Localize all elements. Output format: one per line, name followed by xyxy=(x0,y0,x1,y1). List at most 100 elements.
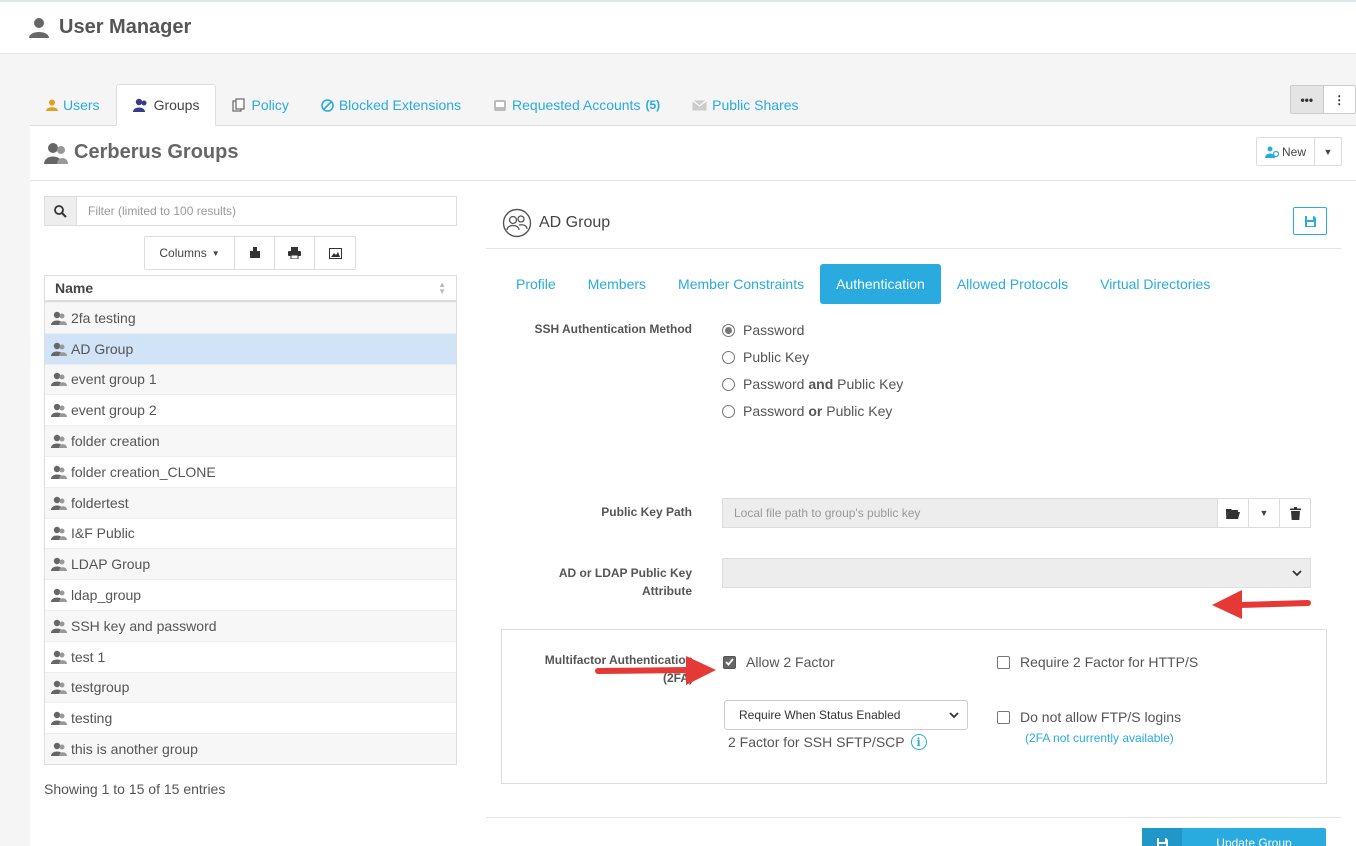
trash-icon xyxy=(1289,506,1301,520)
sort-icon: ▲ ▼ xyxy=(438,280,446,296)
tab-groups[interactable]: Groups xyxy=(115,84,217,126)
table-row[interactable]: folder creation_CLONE xyxy=(45,455,456,487)
tab-blocked-extensions[interactable]: Blocked Extensions xyxy=(305,84,477,126)
radio-button-checked[interactable] xyxy=(722,323,735,337)
table-row[interactable]: folder creation xyxy=(45,425,456,456)
checkbox-label: Require 2 Factor for HTTP/S xyxy=(1020,654,1199,670)
table-row[interactable]: this is another group xyxy=(45,733,456,764)
table-row[interactable]: foldertest xyxy=(45,486,456,518)
ldap-attribute-select[interactable] xyxy=(722,558,1311,588)
table-row[interactable]: ldap_group xyxy=(45,579,456,610)
radio-public-key[interactable]: Public Key xyxy=(722,349,809,365)
update-group-label: Update Group xyxy=(1216,836,1292,846)
add-group-icon xyxy=(1264,146,1279,158)
columns-button[interactable]: Columns ▼ xyxy=(145,237,235,269)
ssh-2fa-select[interactable]: Require When Status Enabled xyxy=(724,700,968,730)
radio-password-and-key[interactable]: Password and Public Key xyxy=(722,376,903,392)
table-row[interactable]: test 1 xyxy=(45,640,456,672)
update-group-button[interactable]: Update Group xyxy=(1142,828,1326,846)
tab-requested-accounts[interactable]: Requested Accounts (5) xyxy=(477,84,676,126)
subtab-authentication[interactable]: Authentication xyxy=(820,264,941,304)
detail-header: AD Group xyxy=(486,196,1341,249)
table-row[interactable]: testgroup xyxy=(45,671,456,703)
public-key-path-field[interactable]: Local file path to group's public key ▼ xyxy=(722,498,1311,528)
search-icon xyxy=(45,197,77,225)
new-dropdown-button[interactable]: ▼ xyxy=(1315,138,1341,165)
radio-label: Public Key xyxy=(743,349,810,365)
tab-label: Requested Accounts xyxy=(512,97,641,113)
require-https-checkbox[interactable] xyxy=(997,655,1010,669)
group-icon xyxy=(51,650,67,664)
tab-policy[interactable]: Policy xyxy=(216,84,304,126)
group-circle-icon xyxy=(502,208,532,238)
annotation-arrow-left xyxy=(1212,590,1311,619)
table-row[interactable]: event group 2 xyxy=(45,394,456,425)
filter-input[interactable] xyxy=(77,197,456,225)
no-ftp-checkbox[interactable] xyxy=(997,710,1010,724)
browse-button[interactable] xyxy=(1217,499,1248,527)
image-export-button[interactable] xyxy=(315,237,355,269)
delete-key-button[interactable] xyxy=(1279,499,1310,527)
no-ftp-option[interactable]: Do not allow FTP/S logins xyxy=(997,709,1181,725)
group-icon xyxy=(51,311,67,325)
tab-users[interactable]: Users xyxy=(30,84,116,126)
tab-public-shares[interactable]: Public Shares xyxy=(676,84,814,126)
table-row[interactable]: AD Group xyxy=(45,332,456,364)
column-header-label: Name xyxy=(55,280,94,296)
annotation-arrow-right xyxy=(595,656,716,685)
radio-password[interactable]: Password xyxy=(722,322,804,338)
browse-dropdown-button[interactable]: ▼ xyxy=(1248,499,1279,527)
kebab-menu-button[interactable]: ⋮ xyxy=(1324,86,1356,113)
allow-2fa-checkbox[interactable] xyxy=(723,655,736,669)
allow-2fa-option[interactable]: Allow 2 Factor xyxy=(723,654,835,670)
columns-label: Columns xyxy=(159,246,207,260)
radio-label: Password xyxy=(743,322,805,338)
radio-button[interactable] xyxy=(722,350,735,364)
caret-down-icon: ▼ xyxy=(1259,508,1269,518)
subtab-member-constraints[interactable]: Member Constraints xyxy=(662,264,820,304)
subtab-allowed-protocols[interactable]: Allowed Protocols xyxy=(941,264,1084,304)
export-icon xyxy=(249,247,260,258)
ssh-2fa-label-text: 2 Factor for SSH SFTP/SCP xyxy=(728,734,905,750)
check-icon xyxy=(725,658,734,666)
group-icon xyxy=(51,404,67,418)
app-header: User Manager xyxy=(0,2,1356,54)
radio-password-or-key[interactable]: Password or Public Key xyxy=(722,403,892,419)
public-key-path-label: Public Key Path xyxy=(601,505,692,519)
table-row[interactable]: event group 1 xyxy=(45,363,456,395)
new-button-label: New xyxy=(1281,144,1306,159)
group-name: I&F Public xyxy=(71,525,135,542)
new-button-group: New ▼ xyxy=(1256,137,1342,166)
page-title: Cerberus Groups xyxy=(44,141,238,164)
require-https-option[interactable]: Require 2 Factor for HTTP/S xyxy=(997,654,1198,670)
group-icon xyxy=(51,342,67,356)
export-button[interactable] xyxy=(235,237,275,269)
subtab-members[interactable]: Members xyxy=(572,264,662,304)
envelope-icon xyxy=(692,99,707,110)
chevron-down-icon xyxy=(1292,569,1302,576)
name-column-header[interactable]: Name ▲ ▼ xyxy=(45,276,456,302)
tab-options-group: ••• ⋮ xyxy=(1290,85,1356,114)
tab-label: Policy xyxy=(251,97,289,113)
info-icon[interactable]: i xyxy=(910,734,927,750)
radio-button[interactable] xyxy=(722,377,735,391)
group-name: event group 1 xyxy=(71,371,157,388)
more-options-button[interactable]: ••• xyxy=(1291,86,1324,113)
group-name: LDAP Group xyxy=(71,556,151,573)
print-icon xyxy=(288,247,301,259)
table-row[interactable]: I&F Public xyxy=(45,517,456,549)
group-name: event group 2 xyxy=(71,402,157,419)
subtab-virtual-directories[interactable]: Virtual Directories xyxy=(1084,264,1226,304)
new-button[interactable]: New xyxy=(1257,138,1315,165)
table-row[interactable]: 2fa testing xyxy=(45,302,456,333)
table-row[interactable]: LDAP Group xyxy=(45,548,456,580)
table-row[interactable]: SSH key and password xyxy=(45,609,456,641)
ssh-auth-label: SSH Authentication Method xyxy=(534,322,692,336)
radio-button[interactable] xyxy=(722,404,735,418)
subtab-profile[interactable]: Profile xyxy=(500,264,572,304)
group-icon xyxy=(51,465,67,479)
table-row[interactable]: testing xyxy=(45,702,456,733)
public-key-path-placeholder: Local file path to group's public key xyxy=(734,506,921,520)
print-button[interactable] xyxy=(275,237,315,269)
save-button[interactable] xyxy=(1293,207,1327,235)
